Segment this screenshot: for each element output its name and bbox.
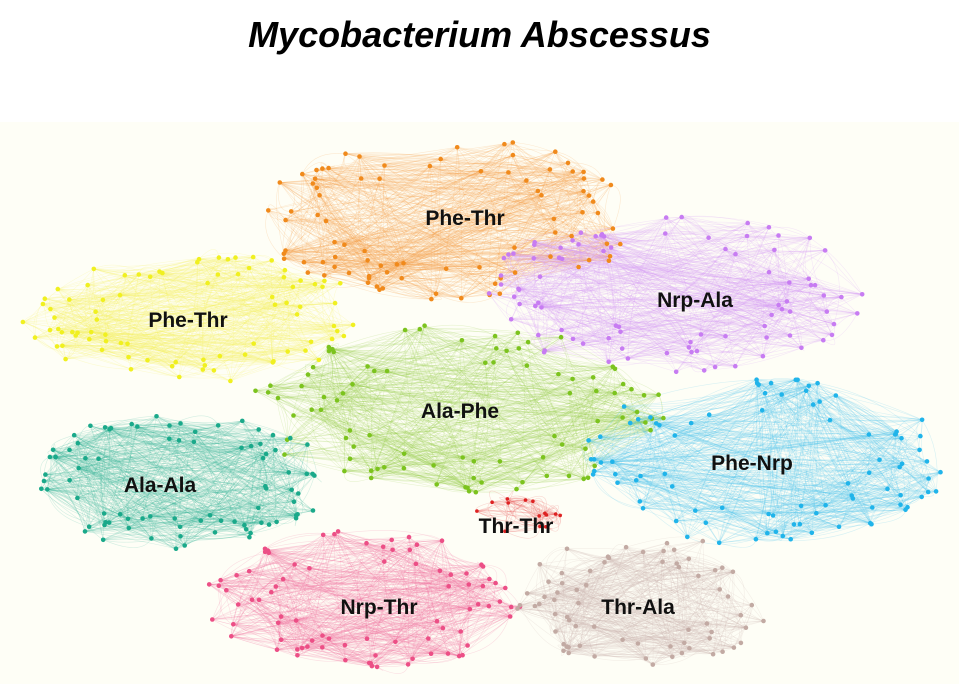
page-title: Mycobacterium Abscessus	[248, 14, 711, 55]
network-graph: Phe-ThrPhe-ThrNrp-AlaAla-PheAla-AlaPhe-N…	[0, 122, 959, 684]
